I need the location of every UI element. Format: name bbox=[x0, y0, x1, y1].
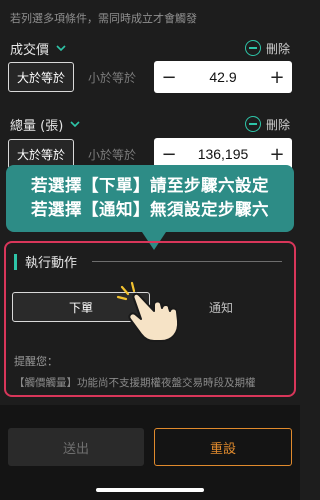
increment-button[interactable]: + bbox=[262, 67, 292, 88]
reminder-label: 提醒您： bbox=[14, 355, 58, 368]
callout-line-notify: 若選擇【通知】無須設定步驟六 bbox=[31, 200, 269, 219]
decrement-button[interactable]: − bbox=[154, 67, 184, 88]
price-input[interactable]: 42.9 bbox=[184, 69, 262, 85]
pointing-hand-icon bbox=[116, 281, 180, 342]
submit-button[interactable]: 送出 bbox=[8, 428, 144, 466]
volume-input[interactable]: 136,195 bbox=[184, 146, 262, 162]
price-field-selector[interactable]: 成交價 bbox=[10, 39, 67, 58]
less-equal-option[interactable]: 小於等於 bbox=[74, 62, 150, 92]
condition-header-price: 成交價 刪除 bbox=[10, 38, 290, 58]
section-header: 執行動作 bbox=[14, 252, 77, 271]
section-accent-bar bbox=[14, 253, 17, 270]
condition-hint: 若列選多項條件，需同時成立才會觸發 bbox=[10, 12, 197, 25]
chevron-down-icon bbox=[70, 121, 80, 128]
execute-action-section: 執行動作 下單 通知 提醒您： 【觸價觸量】功能尚不支援期權夜盤交易時段及期權 bbox=[4, 241, 296, 397]
price-stepper: − 42.9 + bbox=[154, 61, 292, 93]
condition-title: 總量 (張) bbox=[10, 118, 64, 134]
callout-line-order: 若選擇【下單】請至步驟六設定 bbox=[31, 176, 269, 195]
price-condition-controls: 大於等於 小於等於 − 42.9 + bbox=[8, 61, 292, 93]
decrement-button[interactable]: − bbox=[154, 144, 184, 165]
reminder-text: 【觸價觸量】功能尚不支援期權夜盤交易時段及期權 bbox=[14, 377, 256, 389]
home-indicator bbox=[96, 488, 204, 492]
greater-equal-option[interactable]: 大於等於 bbox=[8, 62, 74, 92]
section-title: 執行動作 bbox=[25, 256, 78, 271]
delete-label: 刪除 bbox=[265, 117, 290, 132]
section-divider bbox=[92, 261, 282, 262]
delete-condition-button[interactable]: 刪除 bbox=[244, 116, 290, 133]
condition-title: 成交價 bbox=[10, 42, 50, 58]
instruction-callout: 若選擇【下單】請至步驟六設定 若選擇【通知】無須設定步驟六 bbox=[6, 165, 294, 250]
remove-circle-icon bbox=[244, 116, 261, 132]
remove-circle-icon bbox=[244, 40, 261, 56]
delete-condition-button[interactable]: 刪除 bbox=[244, 40, 290, 57]
volume-field-selector[interactable]: 總量 (張) bbox=[10, 115, 81, 134]
delete-label: 刪除 bbox=[265, 41, 290, 56]
reset-button[interactable]: 重設 bbox=[154, 428, 292, 466]
chevron-down-icon bbox=[56, 45, 66, 52]
increment-button[interactable]: + bbox=[262, 144, 292, 165]
condition-header-volume: 總量 (張) 刪除 bbox=[10, 114, 290, 134]
